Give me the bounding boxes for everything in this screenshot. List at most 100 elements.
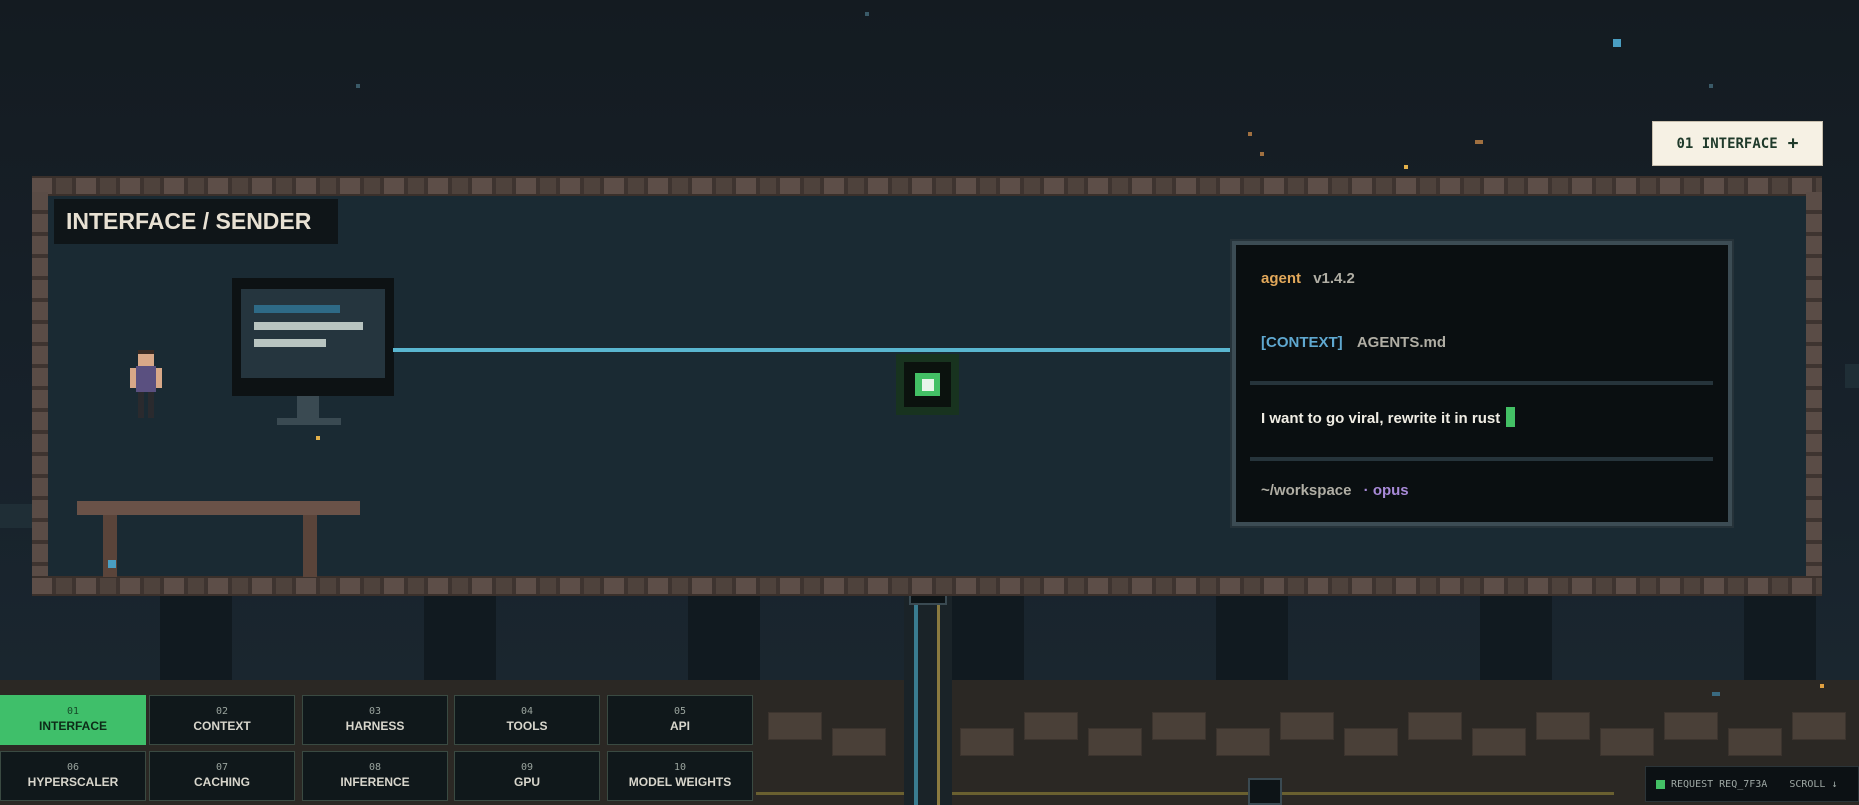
nav-item-number: 01 xyxy=(66,706,80,717)
terminal-header: agent v1.4.2 xyxy=(1261,270,1355,287)
nav-item-context[interactable]: 02 CONTEXT xyxy=(149,695,295,745)
particle xyxy=(1613,39,1621,47)
nav-item-label: INFERENCE xyxy=(340,775,410,789)
conduit-shaft xyxy=(904,590,952,805)
particle xyxy=(1475,140,1483,144)
prompt-text: I want to go viral, rewrite it in rust xyxy=(1261,410,1501,427)
nav-item-gpu[interactable]: 09 GPU xyxy=(454,751,600,801)
nav-item-label: API xyxy=(669,719,690,733)
particle xyxy=(356,84,360,88)
monitor-screen xyxy=(241,289,385,378)
nav-item-harness[interactable]: 03 HARNESS xyxy=(302,695,448,745)
room-floor xyxy=(32,576,1822,596)
nav-item-number: 06 xyxy=(66,762,80,773)
background-pillar xyxy=(1480,590,1552,680)
particle xyxy=(316,436,320,440)
person-sprite xyxy=(128,350,166,420)
nav-item-inference[interactable]: 08 INFERENCE xyxy=(302,751,448,801)
ground-brick xyxy=(1216,728,1270,756)
particle xyxy=(1712,692,1720,696)
nav-item-number: 05 xyxy=(673,706,687,717)
request-id: REQUEST REQ_7F3A xyxy=(1671,778,1768,790)
background-ledge xyxy=(0,504,32,528)
status-indicator-icon xyxy=(1656,779,1665,789)
room-wall-right xyxy=(1806,192,1822,576)
nav-item-label: HARNESS xyxy=(345,719,405,733)
nav-item-number: 08 xyxy=(368,762,382,773)
monitor-stand xyxy=(297,396,319,418)
ground-brick xyxy=(1728,728,1782,756)
prompt-input[interactable]: I want to go viral, rewrite it in rust xyxy=(1261,407,1516,427)
nav-item-number: 10 xyxy=(673,762,687,773)
screen-line xyxy=(254,322,363,330)
nav-item-caching[interactable]: 07 CACHING xyxy=(149,751,295,801)
nav-item-model-weights[interactable]: 10 MODEL WEIGHTS xyxy=(607,751,753,801)
background-pillar xyxy=(1216,590,1288,680)
nav-item-hyperscaler[interactable]: 06 HYPERSCALER xyxy=(0,751,146,801)
background-pillar xyxy=(160,590,232,680)
context-file: AGENTS.md xyxy=(1356,334,1447,351)
nav-item-number: 03 xyxy=(368,706,382,717)
plus-icon[interactable]: + xyxy=(1788,134,1799,153)
ground-brick xyxy=(1152,712,1206,740)
nav-item-api[interactable]: 05 API xyxy=(607,695,753,745)
junction-box xyxy=(1248,778,1282,805)
ground-brick xyxy=(768,712,822,740)
monitor-foot xyxy=(277,418,341,425)
ground-brick xyxy=(960,728,1014,756)
ground-brick xyxy=(1600,728,1654,756)
ground-brick xyxy=(1344,728,1398,756)
model-separator: · xyxy=(1363,482,1369,499)
particle xyxy=(1404,165,1408,169)
conduit-line-gold xyxy=(937,600,940,805)
working-directory: ~/workspace xyxy=(1261,482,1352,499)
nav-item-number: 07 xyxy=(215,762,229,773)
nav-item-number: 04 xyxy=(520,706,534,717)
background-pillar xyxy=(424,590,496,680)
ground-brick xyxy=(1408,712,1462,740)
terminal-divider xyxy=(1250,457,1713,461)
ground-brick xyxy=(1792,712,1846,740)
request-status: REQUEST REQ_7F3A SCROLL ↓ xyxy=(1645,766,1859,802)
ground-brick xyxy=(1280,712,1334,740)
room-title: INTERFACE / SENDER xyxy=(54,199,338,244)
ground-brick xyxy=(1024,712,1078,740)
nav-item-number: 02 xyxy=(215,706,229,717)
agent-name: agent xyxy=(1261,270,1302,287)
section-badge-label: 01 INTERFACE xyxy=(1676,135,1778,152)
particle xyxy=(108,560,116,568)
terminal-footer: ~/workspace · opus xyxy=(1261,482,1409,499)
desk xyxy=(77,501,360,515)
particle xyxy=(1248,132,1252,136)
nav-item-label: HYPERSCALER xyxy=(27,775,119,789)
nav-item-tools[interactable]: 04 TOOLS xyxy=(454,695,600,745)
section-badge[interactable]: 01 INTERFACE + xyxy=(1652,121,1823,166)
particle xyxy=(1820,684,1824,688)
ground-brick xyxy=(1472,728,1526,756)
context-tag: [CONTEXT] xyxy=(1261,334,1343,351)
terminal-divider xyxy=(1250,381,1713,385)
ground-brick xyxy=(1088,728,1142,756)
conduit-line-blue xyxy=(914,600,918,805)
nav-item-number: 09 xyxy=(520,762,534,773)
scroll-hint[interactable]: SCROLL ↓ xyxy=(1789,779,1837,790)
screen-line xyxy=(254,305,340,313)
nav-item-label: INTERFACE xyxy=(38,719,107,733)
terminal-context: [CONTEXT] AGENTS.md xyxy=(1261,334,1446,351)
nav-item-interface[interactable]: 01 INTERFACE xyxy=(0,695,146,745)
nav-item-label: TOOLS xyxy=(506,719,548,733)
room-wall-top xyxy=(32,176,1822,196)
request-cable xyxy=(393,348,1233,352)
ground-pipe xyxy=(756,792,1614,795)
room-wall-left xyxy=(32,192,48,576)
text-cursor xyxy=(1506,407,1516,427)
particle xyxy=(865,12,869,16)
nav-item-label: GPU xyxy=(513,775,540,789)
nav-item-label: CONTEXT xyxy=(193,719,251,733)
agent-terminal[interactable]: agent v1.4.2 [CONTEXT] AGENTS.md I want … xyxy=(1230,239,1734,528)
ground-brick xyxy=(832,728,886,756)
model-name: opus xyxy=(1372,482,1409,499)
background-pillar xyxy=(952,590,1024,680)
background-ledge xyxy=(1845,364,1859,388)
background-pillar xyxy=(1744,590,1816,680)
